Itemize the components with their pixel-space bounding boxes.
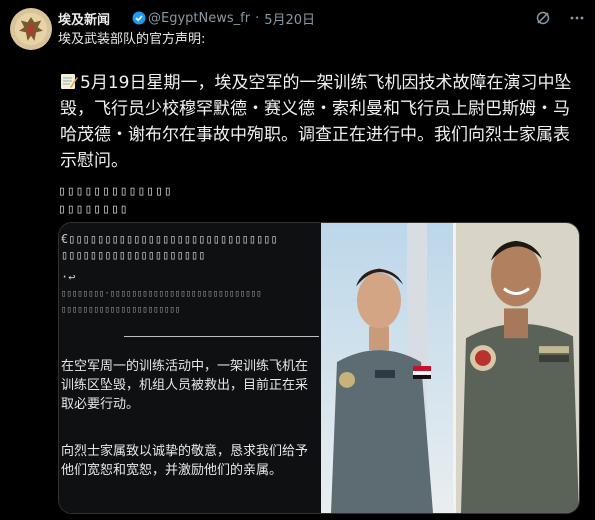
eagle-emblem-icon [14,12,48,46]
pilots-photo-graphic [321,223,579,513]
garbled-line: ▯▯▯▯▯▯▯▯▯▯▯▯▯ [58,184,173,199]
garbled-text: ▯▯▯▯▯▯▯▯▯▯▯▯▯ ▯▯▯▯▯▯▯▯ [58,183,173,219]
separator-dot: · [255,10,260,26]
media-card[interactable]: €▯▯▯▯▯▯▯▯▯▯▯▯▯▯▯▯▯▯▯▯▯▯▯▯▯▯▯▯▯ ▯▯▯▯▯▯▯▯▯… [58,222,580,514]
post-subtitle: 埃及武装部队的官方声明: [58,32,206,47]
post-date[interactable]: 5月20日 [264,9,315,28]
text-image[interactable]: €▯▯▯▯▯▯▯▯▯▯▯▯▯▯▯▯▯▯▯▯▯▯▯▯▯▯▯▯▯ ▯▯▯▯▯▯▯▯▯… [59,223,321,513]
memo-icon [61,74,78,89]
garbled-mark: ·↩ [61,270,76,284]
author-name[interactable]: 埃及新闻 [58,9,110,28]
grok-icon[interactable] [535,10,551,26]
post-header: 埃及新闻 @EgyptNews_fr · 5月20日 [58,8,585,28]
avatar[interactable] [10,8,52,50]
garbled-caption: ▯▯▯▯▯▯▯▯·▯▯▯▯▯▯▯▯▯▯▯▯▯▯▯▯▯▯▯▯▯▯▯▯▯▯▯▯ ▯▯… [61,289,262,315]
statement-paragraph: 在空军周一的训练活动中，一架训练飞机在训练区坠毁，机组人员被救出，目前正在采取必… [61,359,309,412]
post-body: 5月19日星期一，埃及空军的一架训练飞机因技术故障在演习中坠毁，飞行员少校穆罕默… [60,70,580,174]
garbled-line: ▯▯▯▯▯▯▯▯ [58,202,129,217]
divider [124,336,319,337]
garbled-heading: €▯▯▯▯▯▯▯▯▯▯▯▯▯▯▯▯▯▯▯▯▯▯▯▯▯▯▯▯▯ ▯▯▯▯▯▯▯▯▯… [61,232,278,262]
more-icon[interactable] [569,10,585,26]
verified-badge-icon [132,11,146,25]
post-body-text: 5月19日星期一，埃及空军的一架训练飞机因技术故障在演习中坠毁，飞行员少校穆罕默… [60,73,572,171]
author-handle[interactable]: @EgyptNews_fr [148,11,250,26]
condolence-paragraph: 向烈士家属致以诚挚的敬意，恳求我们给予他们宽恕和宽恕，并激励他们的亲属。 [61,444,309,478]
pilots-photo[interactable] [321,223,579,513]
